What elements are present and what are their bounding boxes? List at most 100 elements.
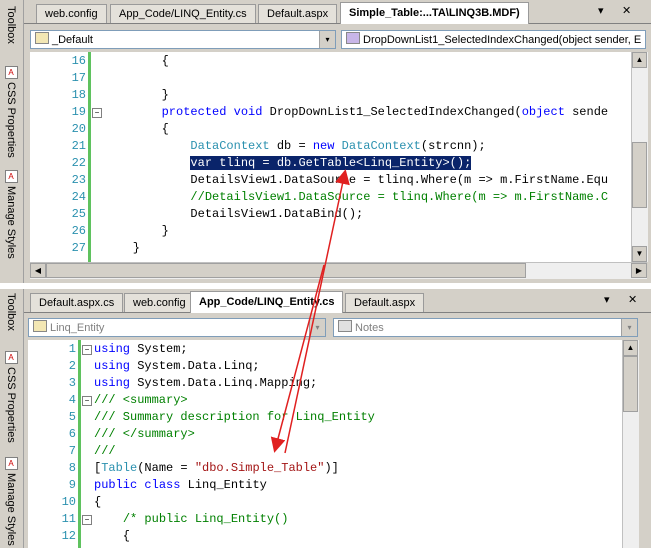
code-text: [Table(Name = "dbo.Simple_Table")]	[94, 461, 339, 475]
tool-sidebar: Toolbox ACSS Properties AManage Styles	[0, 0, 24, 283]
code-line[interactable]: 25 DetailsView1.DataBind();	[30, 206, 631, 223]
editor-pane-bottom: Toolbox ACSS Properties AManage Styles D…	[0, 289, 651, 548]
collapse-icon[interactable]: −	[82, 345, 92, 355]
manage-styles-icon: A	[4, 457, 18, 470]
tab-default-aspx[interactable]: Default.aspx	[345, 293, 425, 312]
css-properties-tab[interactable]: ACSS Properties	[3, 66, 19, 158]
tab-simple-table[interactable]: Simple_Table:...TA\LINQ3B.MDF)	[340, 2, 529, 24]
close-icon[interactable]: ✕	[628, 293, 637, 306]
scroll-up-button[interactable]: ▲	[623, 340, 638, 356]
scroll-right-button[interactable]: ▶	[631, 263, 647, 278]
class-selector-combo[interactable]: _Default ▾	[30, 30, 336, 49]
horizontal-scrollbar[interactable]: ◀ ▶	[30, 262, 647, 279]
code-line[interactable]: 1− using System;	[28, 341, 622, 358]
code-line[interactable]: 10 {	[28, 494, 622, 511]
code-line[interactable]: 9 public class Linq_Entity	[28, 477, 622, 494]
code-text: }	[104, 224, 169, 238]
code-line[interactable]: 17	[30, 70, 631, 87]
toolbox-tab[interactable]: Toolbox	[3, 6, 19, 44]
member-selector-combo[interactable]: DropDownList1_SelectedIndexChanged(objec…	[341, 30, 646, 49]
code-line[interactable]: 18 }	[30, 87, 631, 104]
scroll-thumb[interactable]	[623, 356, 638, 412]
tab-list-dropdown-icon[interactable]: ▾	[604, 293, 610, 306]
scroll-up-button[interactable]: ▲	[632, 52, 647, 68]
line-number: 26	[71, 224, 86, 238]
tab-linq-entity-cs[interactable]: App_Code/LINQ_Entity.cs	[190, 291, 344, 313]
document-tabs: Default.aspx.cs web.config App_Code/LINQ…	[24, 289, 651, 313]
vertical-scrollbar[interactable]: ▲ ▼	[631, 52, 648, 262]
code-line[interactable]: 24 //DetailsView1.DataSource = tlinq.Whe…	[30, 189, 631, 206]
tab-default-aspx-cs[interactable]: Default.aspx.cs	[30, 293, 124, 312]
tab-list-dropdown-icon[interactable]: ▾	[598, 4, 604, 17]
line-number: 25	[71, 207, 86, 221]
toolbox-tab[interactable]: Toolbox	[3, 293, 19, 331]
member-selector-value: Notes	[355, 322, 384, 334]
css-properties-tab[interactable]: ACSS Properties	[3, 351, 19, 443]
class-selector-value: Linq_Entity	[50, 322, 105, 334]
tab-web-config[interactable]: web.config	[36, 4, 107, 23]
vertical-scrollbar[interactable]: ▲	[622, 340, 639, 548]
line-number: 1	[68, 342, 76, 356]
document-tabs: web.config App_Code/LINQ_Entity.cs Defau…	[24, 0, 651, 24]
code-text: {	[94, 495, 102, 509]
member-selector-value: DropDownList1_SelectedIndexChanged(objec…	[363, 34, 642, 46]
line-number: 23	[71, 173, 86, 187]
css-properties-icon: A	[4, 351, 18, 364]
scroll-thumb-horizontal[interactable]	[46, 263, 526, 278]
code-line[interactable]: 4−/// <summary>	[28, 392, 622, 409]
code-line[interactable]: 19− protected void DropDownList1_Selecte…	[30, 104, 631, 121]
code-line[interactable]: 26 }	[30, 223, 631, 240]
code-line[interactable]: 22 var tlinq = db.GetTable<Linq_Entity>(…	[30, 155, 631, 172]
manage-styles-tab[interactable]: AManage Styles	[3, 457, 19, 546]
tab-linq-entity-cs[interactable]: App_Code/LINQ_Entity.cs	[110, 4, 256, 23]
collapse-icon[interactable]: −	[92, 108, 102, 118]
code-line[interactable]: 21 DataContext db = new DataContext(strc…	[30, 138, 631, 155]
collapse-icon[interactable]: −	[82, 515, 92, 525]
line-number: 7	[68, 444, 76, 458]
tab-default-aspx[interactable]: Default.aspx	[258, 4, 338, 23]
chevron-down-icon[interactable]: ▾	[621, 319, 637, 336]
code-text: var tlinq = db.GetTable<Linq_Entity>();	[190, 156, 472, 170]
code-text: /// <summary>	[94, 393, 188, 407]
chevron-down-icon[interactable]: ▾	[309, 319, 325, 336]
scroll-thumb[interactable]	[632, 142, 647, 208]
line-number: 9	[68, 478, 76, 492]
line-number: 8	[68, 461, 76, 475]
code-line[interactable]: 20 {	[30, 121, 631, 138]
code-text: /// Summary description for Linq_Entity	[94, 410, 375, 424]
code-line[interactable]: 16 {	[30, 53, 631, 70]
line-number: 5	[68, 410, 76, 424]
chevron-down-icon[interactable]: ▾	[319, 31, 335, 48]
member-selector-combo[interactable]: Notes ▾	[333, 318, 638, 337]
code-editor-bottom[interactable]: 1− using System; 2 using System.Data.Linq; 3…	[28, 340, 622, 548]
scroll-down-button[interactable]: ▼	[632, 246, 647, 262]
code-line[interactable]: 12 {	[28, 528, 622, 545]
manage-styles-tab[interactable]: AManage Styles	[3, 170, 19, 259]
code-line[interactable]: 27 }	[30, 240, 631, 257]
code-line[interactable]: 8 [Table(Name = "dbo.Simple_Table")]	[28, 460, 622, 477]
line-number: 24	[71, 190, 86, 204]
close-icon[interactable]: ✕	[622, 4, 631, 17]
code-editor-top[interactable]: 16 {17 18 } 19− protected void DropDownLis…	[30, 52, 631, 262]
tab-web-config[interactable]: web.config	[124, 293, 195, 312]
tool-sidebar: Toolbox ACSS Properties AManage Styles	[0, 289, 24, 548]
line-number: 10	[61, 495, 76, 509]
code-line[interactable]: 23 DetailsView1.DataSource = tlinq.Where…	[30, 172, 631, 189]
class-selector-combo[interactable]: Linq_Entity ▾	[28, 318, 326, 337]
method-icon	[346, 32, 360, 44]
scroll-left-button[interactable]: ◀	[30, 263, 46, 278]
code-line[interactable]: 6 /// </summary>	[28, 426, 622, 443]
line-number: 6	[68, 427, 76, 441]
notes-icon	[338, 320, 352, 332]
code-line[interactable]: 2 using System.Data.Linq;	[28, 358, 622, 375]
code-text: public class Linq_Entity	[94, 478, 267, 492]
code-line[interactable]: 3 using System.Data.Linq.Mapping;	[28, 375, 622, 392]
manage-styles-icon: A	[4, 170, 18, 183]
code-line[interactable]: 7 ///	[28, 443, 622, 460]
code-line[interactable]: 11− /* public Linq_Entity()	[28, 511, 622, 528]
code-text: /* public Linq_Entity()	[122, 512, 289, 526]
code-line[interactable]: 5 /// Summary description for Linq_Entity	[28, 409, 622, 426]
collapse-icon[interactable]: −	[82, 396, 92, 406]
line-number: 11	[61, 512, 76, 526]
line-number: 19	[71, 105, 86, 119]
